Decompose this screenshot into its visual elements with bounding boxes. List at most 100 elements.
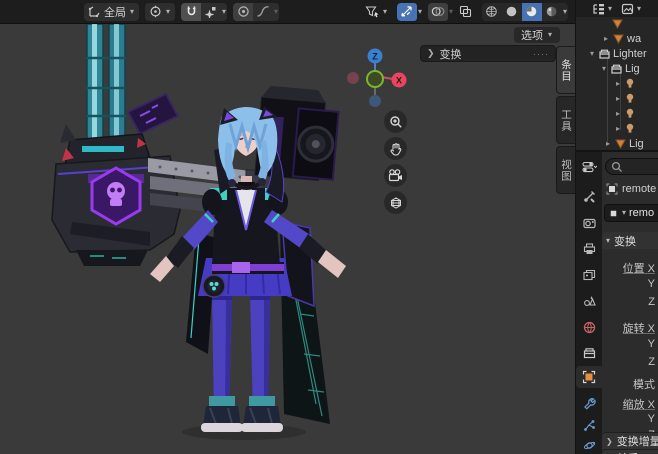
transform-orientation-button[interactable]: 全局 ▾ [84,2,140,21]
tab-object-data[interactable] [576,450,602,454]
snap-target-button[interactable] [201,3,221,21]
outliner-row[interactable]: ▸ wa [576,31,658,46]
tab-output[interactable] [576,238,602,260]
show-overlays-toggle[interactable] [427,2,448,21]
outliner-row[interactable]: ▸ [576,106,658,121]
toggle-ortho-button[interactable] [384,191,407,214]
snap-magnet-icon [187,6,195,16]
falloff-curve-button[interactable] [253,3,273,21]
options-button[interactable]: 选项 ▾ [513,27,560,43]
overlays-group: ▾ [427,2,454,21]
light-object-icon [626,123,634,133]
breadcrumb[interactable]: remote [606,183,656,195]
chevron-down-icon: ▾ [608,3,613,13]
location-z-label: Z [648,296,655,308]
chevron-down-icon[interactable]: ▾ [562,7,568,16]
gizmo-axis-neg-z[interactable] [369,95,381,107]
zoom-button[interactable] [384,110,407,133]
chevron-down-icon[interactable]: ▾ [221,7,227,16]
outliner-filter-button[interactable]: ▾ [621,3,642,15]
outliner-editor-type-button[interactable]: ▾ [592,3,613,15]
chevron-down-icon[interactable]: ▾ [129,7,135,16]
chevron-down-icon[interactable]: ▾ [448,7,454,16]
viewport-canvas[interactable]: 选项 ▾ ❯ 变换 ···· Z X 条目 工具 视图 [0,24,576,454]
relations-panel-header[interactable]: ❯ 关系 [602,449,658,454]
operator-redo-panel[interactable]: ❯ 变换 ···· [420,45,556,62]
tab-render[interactable] [576,212,602,234]
outliner-row[interactable]: ▸ [576,76,658,91]
scale-x-label: 缩放 X [622,399,655,411]
tab-object[interactable] [576,366,602,388]
properties-tab-strip [576,152,602,454]
expand-right-icon[interactable]: ▸ [614,109,622,118]
outliner-row-label: Lighter [613,47,647,60]
outliner-row[interactable]: ▸ [576,121,658,136]
tab-collection[interactable] [576,342,602,364]
expand-right-icon[interactable]: ▸ [614,94,622,103]
tab-view-layer[interactable] [576,264,602,286]
zoom-icon [389,115,402,128]
world-icon [583,321,595,333]
expand-right-icon[interactable]: ▸ [604,139,612,148]
gizmo-z-label: Z [372,52,378,62]
mesh-object-icon [613,34,624,44]
proportional-editing-toggle[interactable] [233,2,254,21]
outliner-row[interactable]: ▸ Lig [576,136,658,150]
properties-editor[interactable]: remote ▾ remo ▾ 变换 位置 X Y Z 旋转 X Y Z 模式 … [576,150,658,454]
drag-grip-icon[interactable]: ···· [533,49,549,59]
navigation-gizmo[interactable]: Z X [344,44,408,110]
pan-button[interactable] [384,137,407,160]
tab-scene[interactable] [576,290,602,312]
snap-magnet-toggle[interactable] [181,2,202,21]
outliner-row[interactable] [576,16,658,31]
expand-down-icon[interactable]: ▾ [588,49,596,58]
transform-panel-header[interactable]: ▾ 变换 [602,232,658,249]
tab-modifiers[interactable] [576,392,602,414]
tab-tool[interactable] [576,185,602,207]
object-type-visibility-button[interactable]: ▾ [361,3,392,21]
chevron-down-icon: ▾ [622,208,627,217]
shading-rendered-button[interactable] [542,3,562,21]
viewport-3d[interactable]: 全局 ▾ ▾ ▾ ▾ ▾ ▾ ▾ ▾ 选项 ▾ ❯ 变换 ···· Z X 条目… [0,0,576,454]
outliner-row[interactable]: ▸ [576,91,658,106]
tab-particles[interactable] [576,414,602,436]
shading-wireframe-button[interactable] [482,3,502,21]
toggle-xray-button[interactable] [459,5,477,18]
outliner-row[interactable]: ▾ Lig [576,61,658,76]
show-gizmo-toggle[interactable] [396,2,417,21]
show-gizmo-icon [401,6,413,17]
chevron-down-icon[interactable]: ▾ [417,7,423,16]
breadcrumb-object-name: remote [622,183,657,195]
chevron-down-icon[interactable]: ▾ [273,7,279,16]
chevron-down-icon[interactable]: ▾ [382,7,388,16]
scene-render [51,24,346,440]
shading-material-button[interactable] [521,2,542,21]
properties-editor-type-button[interactable] [576,156,602,178]
expand-right-icon[interactable]: ▸ [614,124,622,133]
shading-solid-button[interactable] [502,3,522,21]
properties-search-field[interactable] [605,158,658,175]
outliner-editor[interactable]: ▾ ▾ ▸ wa ▾ Lighter ▾ Lig ▸ ▸ ▸ ▸ ▸ Lig [576,0,658,150]
expand-right-icon[interactable]: ▸ [614,79,622,88]
chevron-down-icon[interactable]: ▾ [165,7,171,16]
outliner-filter-icon [621,3,634,14]
camera-view-button[interactable] [384,164,407,187]
sidebar-tab-item[interactable]: 条目 [556,46,576,94]
object-id-icon [610,210,617,216]
shading-material-icon [527,6,537,17]
proportional-group: ▾ [233,2,280,21]
expand-down-icon[interactable]: ▾ [600,64,608,73]
expand-right-icon[interactable]: ▸ [602,34,610,43]
sidebar-tab-view[interactable]: 视图 [556,146,576,194]
tab-world[interactable] [576,316,602,338]
shading-rendered-icon [547,6,557,17]
sidebar-tab-tool[interactable]: 工具 [556,96,576,144]
object-name-field[interactable]: ▾ remo [604,204,658,222]
collapse-arrow-icon: ❯ [606,436,613,446]
gizmo-axis-neg-x[interactable] [347,72,359,84]
pivot-point-button[interactable]: ▾ [145,2,176,21]
delta-transform-panel-header[interactable]: ❯ 变换增量 [602,432,658,449]
gizmo-axis-y[interactable] [366,70,384,88]
properties-editor-icon [581,161,597,172]
outliner-row[interactable]: ▾ Lighter [576,46,658,61]
